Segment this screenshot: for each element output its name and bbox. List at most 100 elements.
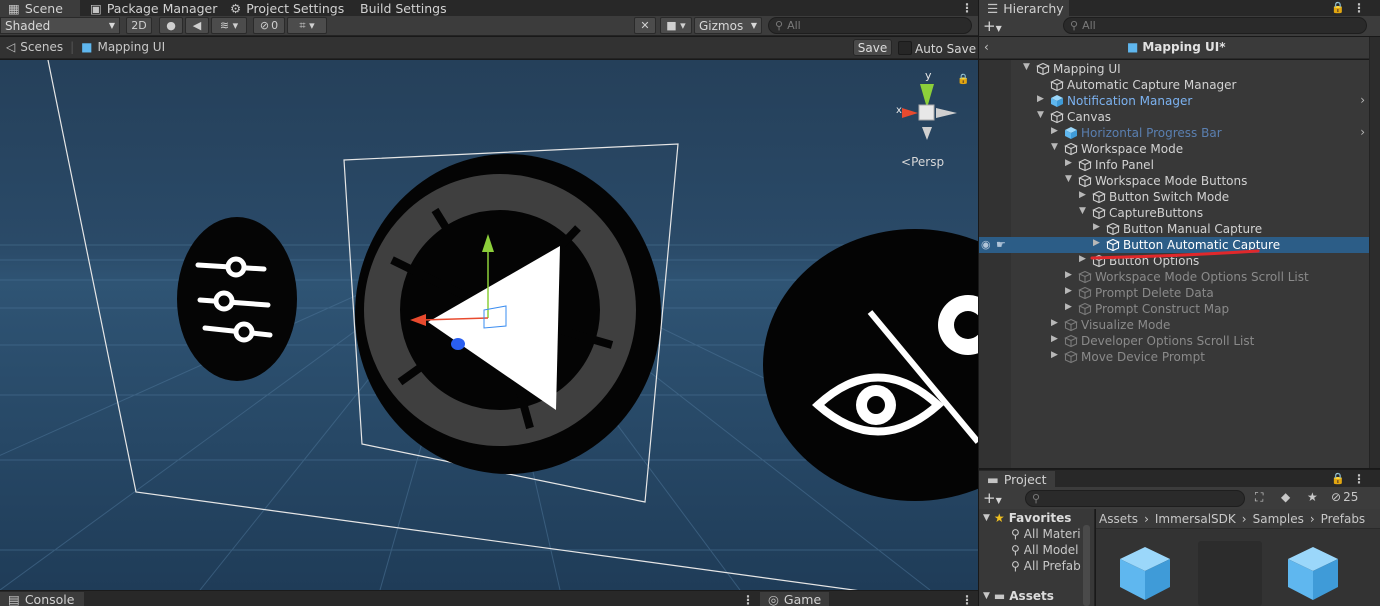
create-asset-dropdown[interactable]: +▼ <box>983 489 1002 507</box>
hierarchy-item[interactable]: ▼ Mapping UI <box>979 61 1369 77</box>
expand-arrow-icon[interactable]: ▶ <box>1051 318 1058 328</box>
tab-package-manager[interactable]: ▣ Package Manager <box>82 0 225 16</box>
open-prefab-chevron-icon[interactable]: › <box>1360 93 1365 107</box>
audio-toggle-button[interactable]: ◀ <box>185 17 209 34</box>
lock-icon[interactable]: 🔒 <box>1331 472 1345 485</box>
folder-tree-scrollbar[interactable] <box>1083 525 1090 606</box>
hidden-packages-toggle[interactable]: ⊘ 25 <box>1331 490 1358 504</box>
hierarchy-item[interactable]: ▶ Button Manual Capture <box>979 221 1369 237</box>
back-scenes-icon[interactable]: ◁ <box>6 40 15 54</box>
hierarchy-scrollbar[interactable] <box>1369 37 1380 468</box>
hierarchy-item[interactable]: ▶ Notification Manager › <box>979 93 1369 109</box>
favorite-item-label: All Materi <box>1023 527 1081 541</box>
collapse-arrow-icon[interactable]: ▼ <box>1037 110 1044 120</box>
shading-mode-dropdown[interactable]: Shaded ▼ <box>0 17 120 34</box>
hierarchy-item[interactable]: ▶ Prompt Construct Map <box>979 301 1369 317</box>
prefab-asset-thumbnail[interactable] <box>1118 545 1172 604</box>
game-menu-kebab-icon[interactable]: ⋮ <box>961 594 973 606</box>
expand-arrow-icon[interactable]: ▶ <box>1093 238 1100 248</box>
expand-arrow-icon[interactable]: ▶ <box>1065 158 1072 168</box>
expand-arrow-icon[interactable]: ▶ <box>1051 126 1058 136</box>
hierarchy-item[interactable]: ▶ Workspace Mode Options Scroll List <box>979 269 1369 285</box>
collapse-arrow-icon[interactable]: ▼ <box>1065 174 1072 184</box>
hierarchy-item[interactable]: ▶ Horizontal Progress Bar › <box>979 125 1369 141</box>
tab-game[interactable]: ◎ Game <box>760 592 830 606</box>
expand-arrow-icon[interactable]: ▶ <box>1065 302 1072 312</box>
hierarchy-item[interactable]: ▼ CaptureButtons <box>979 205 1369 221</box>
gizmos-dropdown[interactable]: Gizmos ▼ <box>694 17 762 34</box>
tab-build-settings[interactable]: Build Settings <box>352 0 455 16</box>
collapse-arrow-icon[interactable]: ▼ <box>1079 206 1086 216</box>
lighting-toggle-button[interactable]: ● <box>159 17 183 34</box>
hierarchy-search-input[interactable]: ⚲ All <box>1063 17 1367 34</box>
tools-button[interactable]: ✕ <box>634 17 656 34</box>
expand-arrow-icon[interactable]: ▶ <box>1065 270 1072 280</box>
pickability-hand-icon[interactable]: ☛ <box>996 238 1006 251</box>
hierarchy-item[interactable]: ▶ Move Device Prompt <box>979 349 1369 365</box>
back-chevron-icon[interactable]: ‹ <box>984 40 989 54</box>
prefab-asset-thumbnail[interactable] <box>1286 545 1340 604</box>
hierarchy-item[interactable]: ▼ Workspace Mode <box>979 141 1369 157</box>
save-button[interactable]: Save <box>853 39 892 56</box>
hierarchy-item[interactable]: ▼ Workspace Mode Buttons <box>979 173 1369 189</box>
breadcrumb-item[interactable]: Assets <box>1099 512 1138 526</box>
scene-breadcrumb-bar: ◁ Scenes | ■ Mapping UI Save Auto Save <box>0 37 978 59</box>
expand-arrow-icon[interactable]: ▶ <box>1079 190 1086 200</box>
breadcrumb-item[interactable]: Prefabs <box>1321 512 1366 526</box>
scene-search-input[interactable]: ⚲ All <box>768 17 972 34</box>
save-button-label: Save <box>857 40 888 55</box>
favorite-item[interactable]: ⚲ All Model <box>1011 543 1079 557</box>
camera-dropdown[interactable]: ■ ▾ <box>660 17 692 34</box>
create-dropdown[interactable]: +▼ <box>983 17 1002 35</box>
breadcrumb-item[interactable]: Samples <box>1253 512 1304 526</box>
lock-icon[interactable]: 🔒 <box>1331 1 1345 14</box>
favorites-section[interactable]: ▼ ★ Favorites <box>983 511 1071 525</box>
hierarchy-item[interactable]: ▶ Prompt Delete Data <box>979 285 1369 301</box>
collapse-arrow-icon[interactable]: ▼ <box>1051 142 1058 152</box>
scene-menu-kebab-icon[interactable]: ⋮ <box>961 2 973 14</box>
breadcrumb-item[interactable]: ImmersalSDK <box>1155 512 1236 526</box>
tab-hierarchy[interactable]: ☰ Hierarchy <box>979 0 1069 16</box>
scene-visibility-toggle[interactable]: ⊘ 0 <box>253 17 285 34</box>
visibility-eye-icon[interactable]: ◉ <box>981 238 991 251</box>
hierarchy-item[interactable]: ▶ Developer Options Scroll List <box>979 333 1369 349</box>
assets-section[interactable]: ▼ ▬ Assets <box>983 589 1054 603</box>
tab-scene[interactable]: ▦ Scene <box>0 0 80 16</box>
expand-arrow-icon[interactable]: ▶ <box>1037 94 1044 104</box>
expand-arrow-icon[interactable]: ▶ <box>1051 334 1058 344</box>
auto-save-checkbox[interactable] <box>898 41 912 55</box>
open-prefab-chevron-icon[interactable]: › <box>1360 125 1365 139</box>
projection-mode-label[interactable]: <Persp <box>901 155 944 169</box>
grid-snapping-dropdown[interactable]: ⌗ ▾ <box>287 17 327 34</box>
2d-toggle-button[interactable]: 2D <box>126 17 152 34</box>
hierarchy-item[interactable]: ▶ Info Panel <box>979 157 1369 173</box>
project-search-input[interactable]: ⚲ <box>1025 490 1245 507</box>
breadcrumb-current-prefab[interactable]: Mapping UI <box>97 40 165 54</box>
tab-console[interactable]: ▤ Console <box>0 592 84 606</box>
hierarchy-item[interactable]: ▶ Visualize Mode <box>979 317 1369 333</box>
filter-by-label-icon[interactable]: ◆ <box>1281 490 1290 504</box>
favorite-star-icon[interactable]: ★ <box>1307 490 1318 504</box>
console-menu-kebab-icon[interactable]: ⋮ <box>742 594 754 606</box>
expand-arrow-icon[interactable]: ▶ <box>1051 350 1058 360</box>
hierarchy-menu-kebab-icon[interactable]: ⋮ <box>1353 2 1365 14</box>
favorite-item[interactable]: ⚲ All Prefab <box>1011 559 1081 573</box>
hierarchy-item[interactable]: ▶ Button Switch Mode <box>979 189 1369 205</box>
expand-arrow-icon[interactable]: ▶ <box>1079 254 1086 264</box>
tab-project-settings[interactable]: ⚙ Project Settings <box>222 0 352 16</box>
hierarchy-item-label: CaptureButtons <box>1109 206 1204 220</box>
favorite-item[interactable]: ⚲ All Materi <box>1011 527 1081 541</box>
tab-project[interactable]: ▬ Project <box>979 471 1055 488</box>
project-menu-kebab-icon[interactable]: ⋮ <box>1353 473 1365 485</box>
scene-render[interactable]: y x 🔒 <Persp <box>0 60 978 590</box>
breadcrumb-scenes[interactable]: Scenes <box>20 40 63 54</box>
hierarchy-item[interactable]: ▼ Canvas <box>979 109 1369 125</box>
effects-dropdown[interactable]: ≋ ▾ <box>211 17 247 34</box>
filter-by-type-icon[interactable]: ⛶ <box>1255 490 1263 505</box>
asset-thumbnail[interactable] <box>1198 541 1262 606</box>
hierarchy-item[interactable]: Automatic Capture Manager <box>979 77 1369 93</box>
expand-arrow-icon[interactable]: ▶ <box>1065 286 1072 296</box>
scene-viewport[interactable]: y x 🔒 <Persp <box>0 60 978 590</box>
collapse-arrow-icon[interactable]: ▼ <box>1023 62 1030 72</box>
expand-arrow-icon[interactable]: ▶ <box>1093 222 1100 232</box>
